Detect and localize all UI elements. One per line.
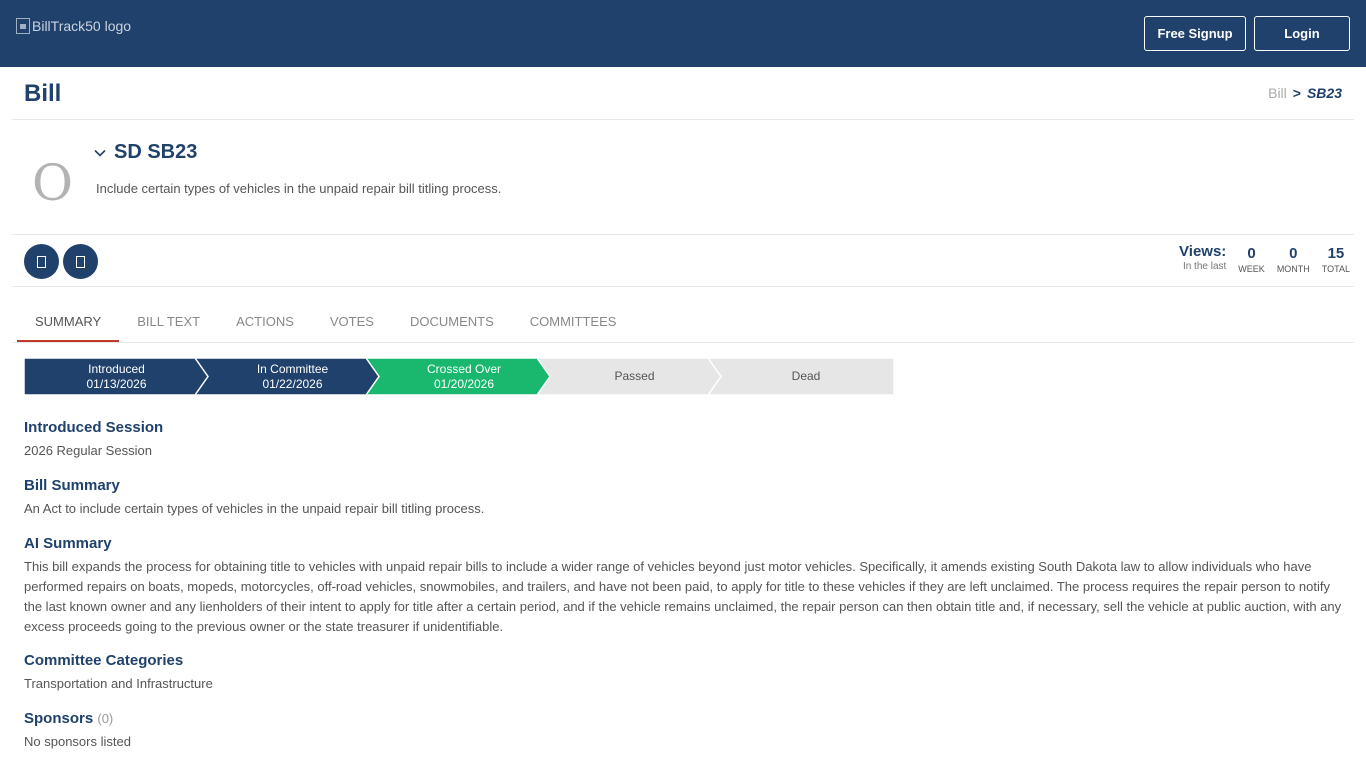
chevron-down-icon[interactable] [94,147,106,159]
bill-description: Include certain types of vehicles in the… [96,181,502,196]
progress-step-dead: Dead [708,358,894,395]
session-text: 2026 Regular Session [24,443,152,458]
ai-summary-text: This bill expands the process for obtain… [24,559,1342,634]
views-total: 15 TOTAL [1321,245,1350,274]
bill-avatar: O [32,154,73,212]
divider [12,342,1354,343]
breadcrumb-root-link[interactable]: Bill [1268,85,1287,101]
page-title: Bill [24,80,62,107]
tab-committees[interactable]: COMMITTEES [512,300,635,342]
bill-progress: Introduced 01/13/2026 In Committee 01/22/2… [24,358,894,395]
logo-alt-text: BillTrack50 logo [32,18,132,34]
tab-votes[interactable]: VOTES [312,300,392,342]
bill-tabs: SUMMARY BILL TEXT ACTIONS VOTES DOCUMENT… [17,300,634,342]
tab-actions[interactable]: ACTIONS [218,300,312,342]
breadcrumb-current: SB23 [1306,85,1342,101]
broken-image-icon [16,18,30,34]
bill-header[interactable]: SD SB23 [94,141,197,164]
site-logo[interactable]: BillTrack50 logo [16,18,131,34]
progress-step-passed: Passed [537,358,722,395]
share-button[interactable] [63,244,98,279]
progress-step-introduced: Introduced 01/13/2026 [24,358,209,395]
tab-summary[interactable]: SUMMARY [17,300,120,342]
views-label: Views: [1179,243,1227,260]
breadcrumb: Bill > SB23 [1268,85,1342,101]
views-month: 0 MONTH [1276,245,1310,274]
divider [12,234,1354,235]
tab-bill-text[interactable]: BILL TEXT [119,300,218,342]
progress-step-in-committee: In Committee 01/22/2026 [195,358,380,395]
views-week: 0 WEEK [1238,245,1265,274]
sponsors-heading: Sponsors (0) [24,710,114,727]
tab-documents[interactable]: DOCUMENTS [392,300,512,342]
share-icon [76,255,85,268]
breadcrumb-separator: > [1292,85,1301,101]
divider [12,119,1354,120]
progress-step-crossed-over: Crossed Over 01/20/2026 [366,358,552,395]
committee-text: Transportation and Infrastructure [24,676,213,691]
views-stats: Views: In the last 0 WEEK 0 MONTH 15 TOT… [1179,243,1350,274]
free-signup-button[interactable]: Free Signup [1144,16,1246,51]
views-sublabel: In the last [1182,261,1227,272]
bookmark-icon [37,255,46,268]
ai-summary-heading: AI Summary [24,535,112,552]
bookmark-button[interactable] [24,244,59,279]
committee-heading: Committee Categories [24,652,184,669]
top-navbar: BillTrack50 logo Free Signup Login [0,0,1366,67]
sponsors-count: (0) [97,711,114,726]
login-button[interactable]: Login [1254,16,1350,51]
sponsors-text: No sponsors listed [24,734,131,749]
bill-name: SD SB23 [114,141,198,163]
divider [12,286,1354,287]
session-heading: Introduced Session [24,419,164,436]
bill-summary-text: An Act to include certain types of vehic… [24,501,485,516]
bill-summary-heading: Bill Summary [24,477,120,494]
